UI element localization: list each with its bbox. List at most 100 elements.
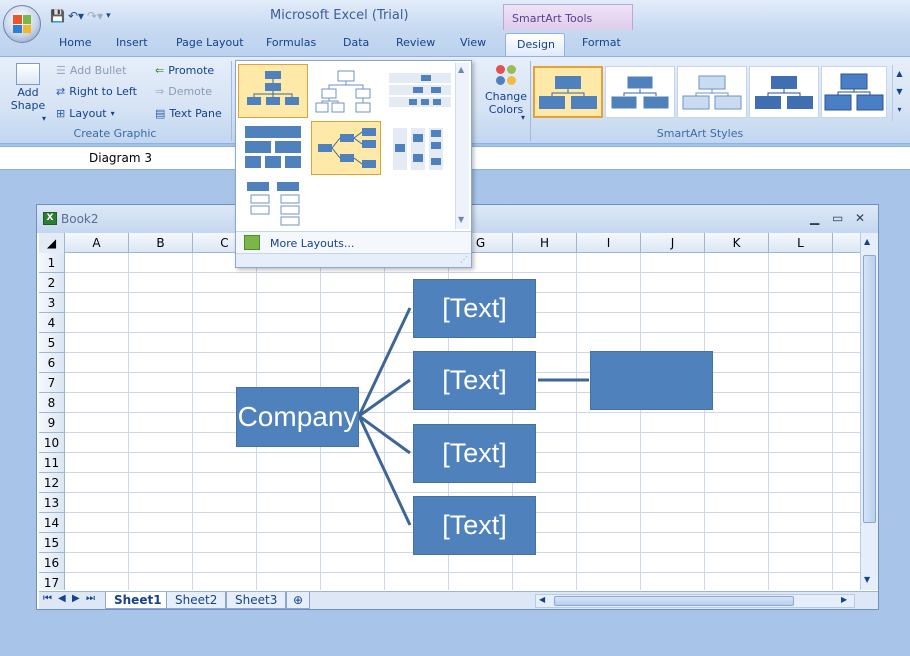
column-header[interactable]: B: [129, 233, 193, 253]
row-header[interactable]: 10: [39, 433, 65, 453]
horizontal-scroll-thumb[interactable]: [554, 596, 794, 606]
layout-horizontal-labeled[interactable]: [384, 121, 454, 175]
sheet-tab-bar: ⏮ ◀ ▶ ⏭ Sheet1 Sheet2 Sheet3 ⊕ ◀ ▶: [39, 591, 878, 609]
horizontal-scrollbar[interactable]: ◀ ▶: [535, 594, 855, 608]
row-header[interactable]: 16: [39, 553, 65, 573]
smartart-style-intense-effect[interactable]: [821, 66, 887, 118]
column-header[interactable]: H: [513, 233, 577, 253]
row-header[interactable]: 9: [39, 413, 65, 433]
row-header[interactable]: 11: [39, 453, 65, 473]
add-shape-dropdown-icon[interactable]: ▾: [42, 114, 46, 123]
name-box[interactable]: Diagram 3: [0, 147, 236, 169]
redo-icon[interactable]: ↷▾: [87, 9, 103, 23]
add-bullet-button[interactable]: ☰ Add Bullet: [56, 64, 126, 77]
row-header[interactable]: 1: [39, 253, 65, 273]
layout-table-hierarchy[interactable]: [238, 121, 308, 175]
change-colors-dropdown-icon[interactable]: ▾: [521, 113, 525, 122]
diagram-grandchild-node[interactable]: [590, 351, 713, 410]
minimize-icon[interactable]: ▁: [810, 211, 819, 225]
column-header[interactable]: L: [769, 233, 833, 253]
scroll-left-icon[interactable]: ◀: [539, 595, 545, 604]
row-header[interactable]: 15: [39, 533, 65, 553]
tab-data[interactable]: Data: [343, 36, 369, 49]
close-icon[interactable]: ✕: [855, 211, 865, 225]
vertical-scrollbar[interactable]: ▲ ▼: [860, 233, 878, 590]
column-header[interactable]: I: [577, 233, 641, 253]
scroll-up-icon[interactable]: ▲: [864, 237, 870, 246]
diagram-child-node[interactable]: [Text]: [413, 351, 536, 410]
style-preview: [824, 73, 884, 111]
layout-hierarchy-list[interactable]: [238, 177, 308, 229]
scroll-down-icon[interactable]: ▼: [864, 575, 870, 584]
column-header[interactable]: K: [705, 233, 769, 253]
right-to-left-button[interactable]: ⇄ Right to Left: [56, 85, 137, 98]
row-header[interactable]: 13: [39, 493, 65, 513]
layout-hierarchy[interactable]: [311, 64, 381, 118]
scroll-right-icon[interactable]: ▶: [841, 595, 847, 604]
diagram-root-node[interactable]: Company: [236, 387, 359, 447]
insert-sheet-icon[interactable]: ⊕: [286, 592, 311, 609]
smartart-style-white-outline[interactable]: [605, 66, 675, 118]
tab-formulas[interactable]: Formulas: [266, 36, 316, 49]
tab-view[interactable]: View: [460, 36, 486, 49]
styles-scroll[interactable]: ▲ ▼ ▾: [892, 65, 906, 121]
tab-design[interactable]: Design: [505, 33, 565, 56]
row-header[interactable]: 17: [39, 573, 65, 590]
tab-insert[interactable]: Insert: [116, 36, 148, 49]
last-sheet-icon[interactable]: ⏭: [86, 593, 95, 604]
layout-org-chart[interactable]: [238, 64, 308, 118]
sheet-tab[interactable]: Sheet3: [226, 592, 287, 609]
row-header[interactable]: 12: [39, 473, 65, 493]
smartart-style-moderate-effect[interactable]: [749, 66, 819, 118]
smartart-styles-group-label: SmartArt Styles: [656, 127, 744, 140]
smartart-style-subtle-effect[interactable]: [677, 66, 747, 118]
palette-icon: [493, 63, 519, 89]
layout-labeled-hierarchy[interactable]: [384, 64, 454, 118]
diagram-child-node[interactable]: [Text]: [413, 279, 536, 338]
gallery-scrollbar[interactable]: ▲ ▼: [455, 63, 469, 229]
add-shape-button[interactable]: Add Shape: [8, 63, 48, 112]
restore-icon[interactable]: ▭: [832, 211, 843, 225]
customize-toolbar-icon[interactable]: ▾: [106, 11, 111, 21]
row-header[interactable]: 14: [39, 513, 65, 533]
smartart-style-simple-fill[interactable]: [533, 66, 603, 118]
tab-format[interactable]: Format: [582, 36, 621, 49]
row-header[interactable]: 2: [39, 273, 65, 293]
diagram-child-node[interactable]: [Text]: [413, 424, 536, 483]
next-sheet-icon[interactable]: ▶: [72, 593, 80, 604]
text-pane-button[interactable]: ▤ Text Pane: [155, 107, 222, 120]
tab-page-layout[interactable]: Page Layout: [176, 36, 244, 49]
change-colors-button[interactable]: Change Colors: [484, 63, 528, 116]
column-header[interactable]: A: [65, 233, 129, 253]
create-graphic-group-label: Create Graphic: [73, 127, 157, 140]
layout-horizontal-hierarchy[interactable]: [311, 121, 381, 175]
layout-gallery: ▲ ▼ More Layouts... ⋰: [235, 60, 472, 268]
text-pane-icon: ▤: [155, 107, 166, 120]
first-sheet-icon[interactable]: ⏮: [43, 593, 52, 604]
row-header[interactable]: 3: [39, 293, 65, 313]
office-button[interactable]: [3, 5, 41, 43]
column-header[interactable]: J: [641, 233, 705, 253]
select-all-corner[interactable]: ◢: [39, 233, 65, 253]
tab-review[interactable]: Review: [396, 36, 435, 49]
layout-button[interactable]: ⊞ Layout ▾: [56, 107, 115, 120]
more-layouts-menu-item[interactable]: More Layouts...: [236, 231, 471, 253]
demote-button[interactable]: ⇒ Demote: [155, 85, 212, 98]
row-header[interactable]: 4: [39, 313, 65, 333]
scroll-up-icon[interactable]: ▲: [458, 65, 464, 74]
prev-sheet-icon[interactable]: ◀: [58, 593, 66, 604]
gallery-resize-grip[interactable]: ⋰: [236, 253, 471, 267]
diagram-child-node[interactable]: [Text]: [413, 496, 536, 555]
row-header[interactable]: 5: [39, 333, 65, 353]
row-header[interactable]: 6: [39, 353, 65, 373]
tab-home[interactable]: Home: [59, 36, 91, 49]
row-header[interactable]: 7: [39, 373, 65, 393]
save-icon[interactable]: 💾: [50, 9, 65, 23]
sheet-tab[interactable]: Sheet2: [166, 592, 227, 609]
undo-icon[interactable]: ↶▾: [68, 9, 84, 23]
vertical-scroll-thumb[interactable]: [863, 255, 876, 523]
row-header[interactable]: 8: [39, 393, 65, 413]
promote-button[interactable]: ⇐ Promote: [155, 64, 214, 77]
scroll-down-icon[interactable]: ▼: [458, 215, 464, 224]
sheet-tab[interactable]: Sheet1: [105, 592, 171, 609]
